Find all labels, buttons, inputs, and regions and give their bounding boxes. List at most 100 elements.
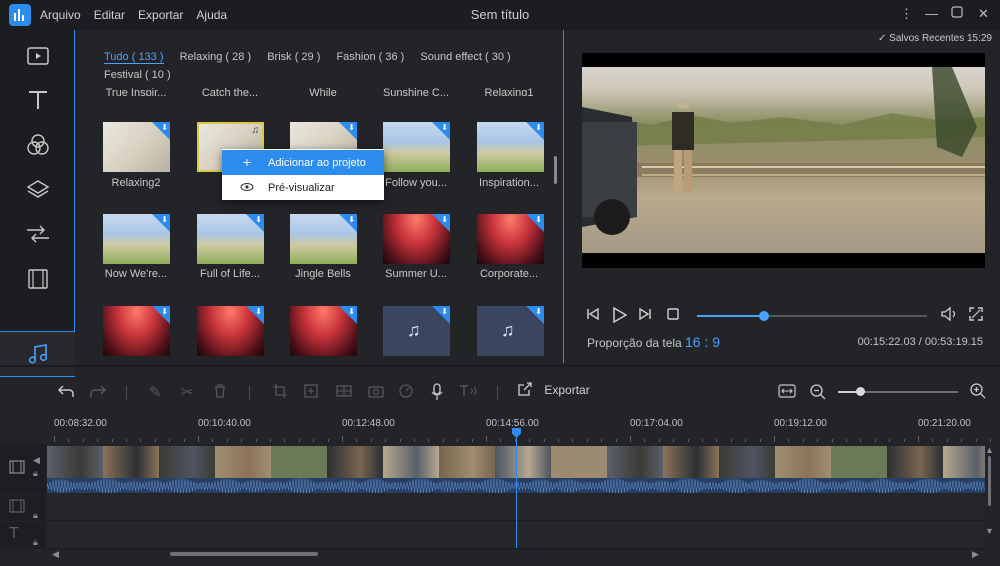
play-icon[interactable]: [611, 306, 628, 327]
trash-icon[interactable]: [212, 383, 228, 403]
zoom-in-icon[interactable]: [969, 382, 987, 404]
close-icon[interactable]: ✕: [978, 6, 989, 22]
split-screen-icon[interactable]: [335, 383, 353, 403]
scroll-up-icon[interactable]: ▲: [985, 445, 994, 455]
stop-icon[interactable]: [666, 307, 680, 324]
audio-thumbnail[interactable]: ⬇ ♫: [383, 306, 450, 356]
zoom-slider-handle[interactable]: [855, 387, 865, 396]
ruler-tick: [615, 439, 617, 442]
ruler-tick: [745, 439, 747, 442]
ruler-tick: [644, 439, 646, 442]
ruler-tick: [961, 439, 963, 442]
music-thumbnail[interactable]: ⬇: [197, 306, 264, 356]
speaker-icon[interactable]: ◀: [33, 455, 40, 466]
ruler-tick: [918, 436, 919, 442]
scroll-down-icon[interactable]: ▼: [985, 526, 994, 536]
timeline-horizontal-scrollbar[interactable]: [170, 552, 318, 556]
timeline-vertical-scrollbar[interactable]: [988, 456, 991, 506]
music-thumbnail[interactable]: ⬇: [103, 306, 170, 356]
microphone-icon[interactable]: [430, 383, 444, 405]
music-thumbnail[interactable]: ⬇: [290, 306, 357, 356]
lock-icon[interactable]: 🔒︎: [33, 510, 38, 521]
music-note-icon: ♫: [501, 320, 515, 340]
list-item-label: Inspiration...: [479, 177, 539, 189]
library-scrollbar-thumb[interactable]: [554, 156, 557, 184]
add-to-project-menu-item[interactable]: + Adicionar ao projeto: [222, 150, 384, 175]
ruler-tick: [630, 436, 631, 442]
music-thumbnail[interactable]: ⬇: [197, 214, 264, 264]
more-icon[interactable]: ⋮: [900, 6, 913, 22]
zoom-frame-icon[interactable]: [303, 383, 319, 403]
ruler-tick: [730, 439, 732, 442]
music-thumbnail[interactable]: ⬇: [383, 122, 450, 172]
music-thumbnail[interactable]: ⬇: [103, 122, 170, 172]
music-thumbnail[interactable]: ⬇: [103, 214, 170, 264]
window-title: Sem título: [470, 7, 530, 22]
edit-pencil-icon[interactable]: ✎: [149, 383, 162, 401]
audio-thumbnail[interactable]: ⬇ ♫: [477, 306, 544, 356]
ruler-tick: [356, 439, 358, 442]
maximize-icon[interactable]: [951, 6, 963, 21]
music-thumbnail[interactable]: ⬇: [290, 214, 357, 264]
playhead[interactable]: [516, 428, 517, 548]
ruler-tick: [716, 439, 718, 442]
filter-icon[interactable]: [24, 131, 52, 159]
overlay-icon[interactable]: [24, 176, 52, 204]
playback-progress-bar[interactable]: [697, 311, 927, 321]
list-item-label: Full of Life...: [200, 268, 260, 280]
volume-icon[interactable]: [940, 306, 958, 325]
export-button[interactable]: Exportar: [517, 381, 590, 397]
fullscreen-icon[interactable]: [968, 306, 984, 325]
tab-brisk[interactable]: Brisk ( 29 ): [267, 51, 320, 63]
crop-icon[interactable]: [272, 383, 288, 403]
tab-festival[interactable]: Festival ( 10 ): [104, 69, 171, 81]
speed-icon[interactable]: [398, 383, 414, 403]
ruler-tick: [385, 439, 387, 442]
aspect-ratio-label: Proporção da tela: [587, 336, 682, 350]
list-item-label: Summer U...: [385, 268, 447, 280]
ruler-tick: [428, 439, 430, 442]
tab-fashion[interactable]: Fashion ( 36 ): [336, 51, 404, 63]
text-track-header: [0, 522, 46, 549]
video-track-icon: [9, 459, 25, 480]
music-thumbnail[interactable]: ⬇: [477, 214, 544, 264]
text-to-speech-icon[interactable]: [458, 383, 480, 403]
fit-timeline-icon[interactable]: [778, 384, 796, 402]
ruler-tick: [860, 439, 862, 442]
tab-sound-effect[interactable]: Sound effect ( 30 ): [420, 51, 510, 63]
zoom-slider[interactable]: [838, 387, 958, 396]
undo-icon[interactable]: [57, 383, 75, 403]
media-icon[interactable]: [24, 42, 52, 70]
list-item-label: Relaxing2: [111, 177, 161, 189]
title-bar: Arquivo Editar Exportar Ajuda Sem título…: [0, 0, 1000, 30]
ruler-tick: [687, 439, 689, 442]
scroll-left-icon[interactable]: ◀: [52, 549, 59, 560]
music-thumbnail[interactable]: ⬇: [477, 122, 544, 172]
aspect-ratio-value[interactable]: 16 : 9: [685, 334, 720, 350]
lock-icon[interactable]: 🔒︎: [33, 468, 38, 479]
panel-divider[interactable]: [0, 365, 1000, 367]
step-forward-icon[interactable]: [637, 306, 653, 325]
playback-progress-handle[interactable]: [758, 311, 769, 321]
zoom-out-icon[interactable]: [809, 383, 827, 405]
clip-frame: [943, 446, 985, 478]
scissors-icon[interactable]: ✂: [181, 383, 194, 401]
redo-icon[interactable]: [89, 383, 107, 403]
video-preview[interactable]: [582, 53, 985, 268]
library-scrollbar[interactable]: [554, 96, 557, 356]
music-icon[interactable]: [24, 340, 52, 368]
element-icon[interactable]: [24, 265, 52, 293]
snapshot-icon[interactable]: [367, 383, 385, 403]
tab-tudo[interactable]: Tudo ( 133 ): [104, 51, 164, 64]
step-back-icon[interactable]: [585, 306, 601, 325]
music-thumbnail[interactable]: ⬇: [383, 214, 450, 264]
preview-menu-item[interactable]: Pré-visualizar: [222, 175, 384, 200]
plus-icon: +: [242, 154, 252, 170]
minimize-icon[interactable]: —: [925, 6, 938, 21]
transition-icon[interactable]: [24, 220, 52, 248]
text-icon[interactable]: [24, 86, 52, 114]
check-circle-icon: ✓: [877, 33, 887, 44]
lock-icon[interactable]: 🔒︎: [33, 537, 38, 548]
tab-relaxing[interactable]: Relaxing ( 28 ): [180, 51, 252, 63]
scroll-right-icon[interactable]: ▶: [972, 549, 979, 560]
